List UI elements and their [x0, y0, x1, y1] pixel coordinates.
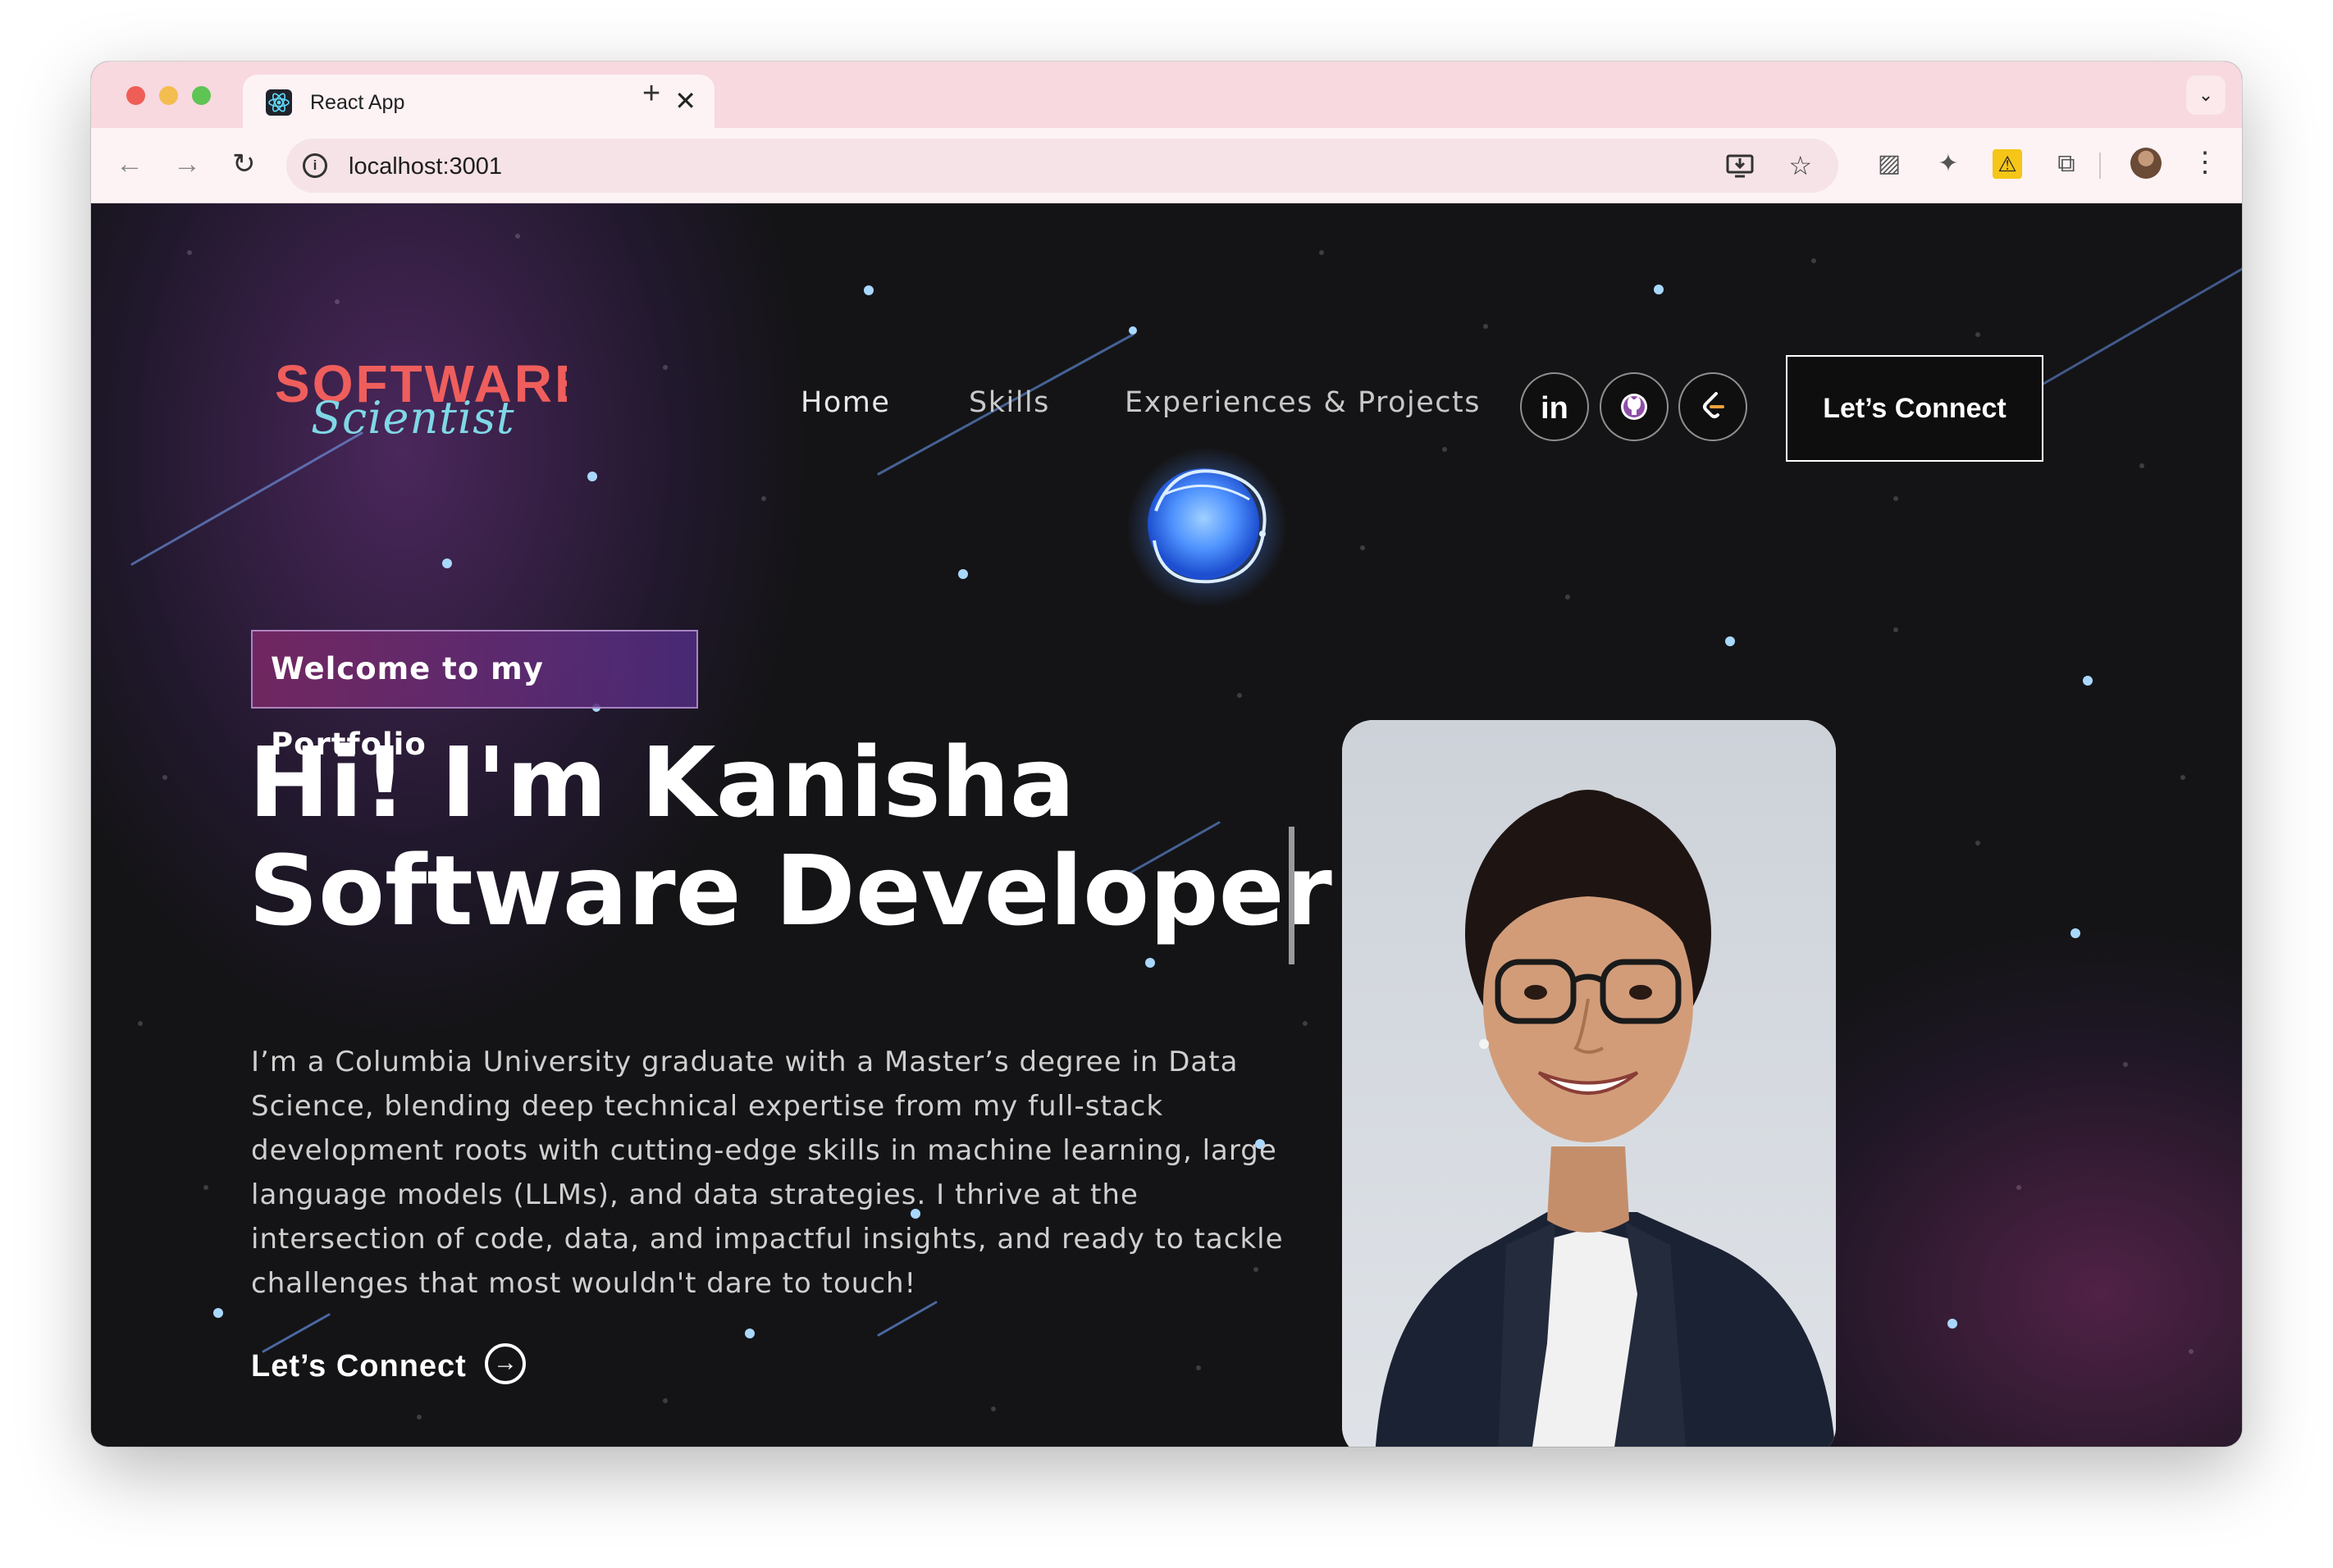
bio-paragraph: I’m a Columbia University graduate with … [251, 1046, 1284, 1300]
portfolio-page: SOFTWARE Scientist Home Skills Experienc… [91, 203, 2242, 1447]
github-button[interactable] [1600, 372, 1669, 441]
install-icon[interactable] [1725, 151, 1755, 180]
profile-photo [1342, 720, 1836, 1447]
typing-caret [1289, 827, 1294, 964]
warning-extension-icon[interactable]: ⚠ [1993, 149, 2022, 179]
svg-text:Scientist: Scientist [311, 392, 515, 441]
kebab-menu-icon[interactable]: ⋮ [2191, 146, 2219, 179]
back-arrow-icon[interactable]: ← [116, 148, 144, 180]
star-icon[interactable]: ☆ [1788, 150, 1812, 181]
browser-toolbar: ← → ↻ i localhost:3001 ☆ ▨ ✦ ⚠ ⧉ ⋮ [91, 128, 2242, 203]
welcome-badge: Welcome to my Portfolio [251, 630, 698, 762]
nav-skills-link[interactable]: Skills [969, 384, 1050, 422]
headline-greeting: Hi! I'm Kanisha [249, 726, 1075, 839]
close-window-button[interactable] [126, 86, 145, 105]
reload-icon[interactable]: ↻ [232, 148, 256, 180]
address-bar[interactable]: i localhost:3001 ☆ [286, 139, 1838, 193]
arrow-right-circle-icon[interactable]: → [485, 1343, 526, 1384]
maximize-window-button[interactable] [192, 86, 211, 105]
tab-bar: React App ✕ + ⌄ [91, 62, 2242, 129]
url-text[interactable]: localhost:3001 [349, 153, 502, 180]
github-icon [1621, 394, 1647, 420]
minimize-window-button[interactable] [159, 86, 178, 105]
info-icon[interactable]: i [303, 153, 327, 178]
profile-avatar[interactable] [2130, 148, 2162, 179]
forward-arrow-icon[interactable]: → [173, 148, 201, 180]
tab-search-menu-icon[interactable]: ⌄ [2186, 75, 2226, 115]
browser-window: React App ✕ + ⌄ ← → ↻ i localhost:3001 ☆… [91, 62, 2242, 1447]
tab-close-icon[interactable]: ✕ [674, 86, 696, 116]
bookmark-extension-icon[interactable]: ▨ [1874, 149, 1904, 179]
glowing-planet-orb [1126, 447, 1287, 608]
lets-connect-link[interactable]: Let’s Connect [251, 1343, 467, 1389]
nav-home-link[interactable]: Home [801, 384, 890, 422]
hero-headline: Hi! I'm Kanisha Software Developer [249, 728, 1332, 945]
linkedin-icon: in [1541, 391, 1568, 426]
nav-experiences-link[interactable]: Experiences & Projects [1125, 384, 1481, 422]
tab-title: React App [310, 91, 405, 114]
software-scientist-logo[interactable]: SOFTWARE Scientist [272, 351, 567, 441]
leetcode-icon [1703, 392, 1724, 418]
react-icon [266, 89, 292, 116]
new-tab-button[interactable]: + [642, 75, 660, 112]
puzzle-extension-icon[interactable]: ✦ [1934, 149, 1963, 179]
extensions-icon[interactable]: ⧉ [2052, 149, 2081, 179]
leetcode-button[interactable] [1678, 372, 1747, 441]
linkedin-button[interactable]: in [1520, 372, 1589, 441]
headline-role: Software Developer [249, 834, 1332, 947]
lets-connect-button[interactable]: Let’s Connect [1786, 355, 2043, 462]
toolbar-divider [2099, 153, 2101, 179]
